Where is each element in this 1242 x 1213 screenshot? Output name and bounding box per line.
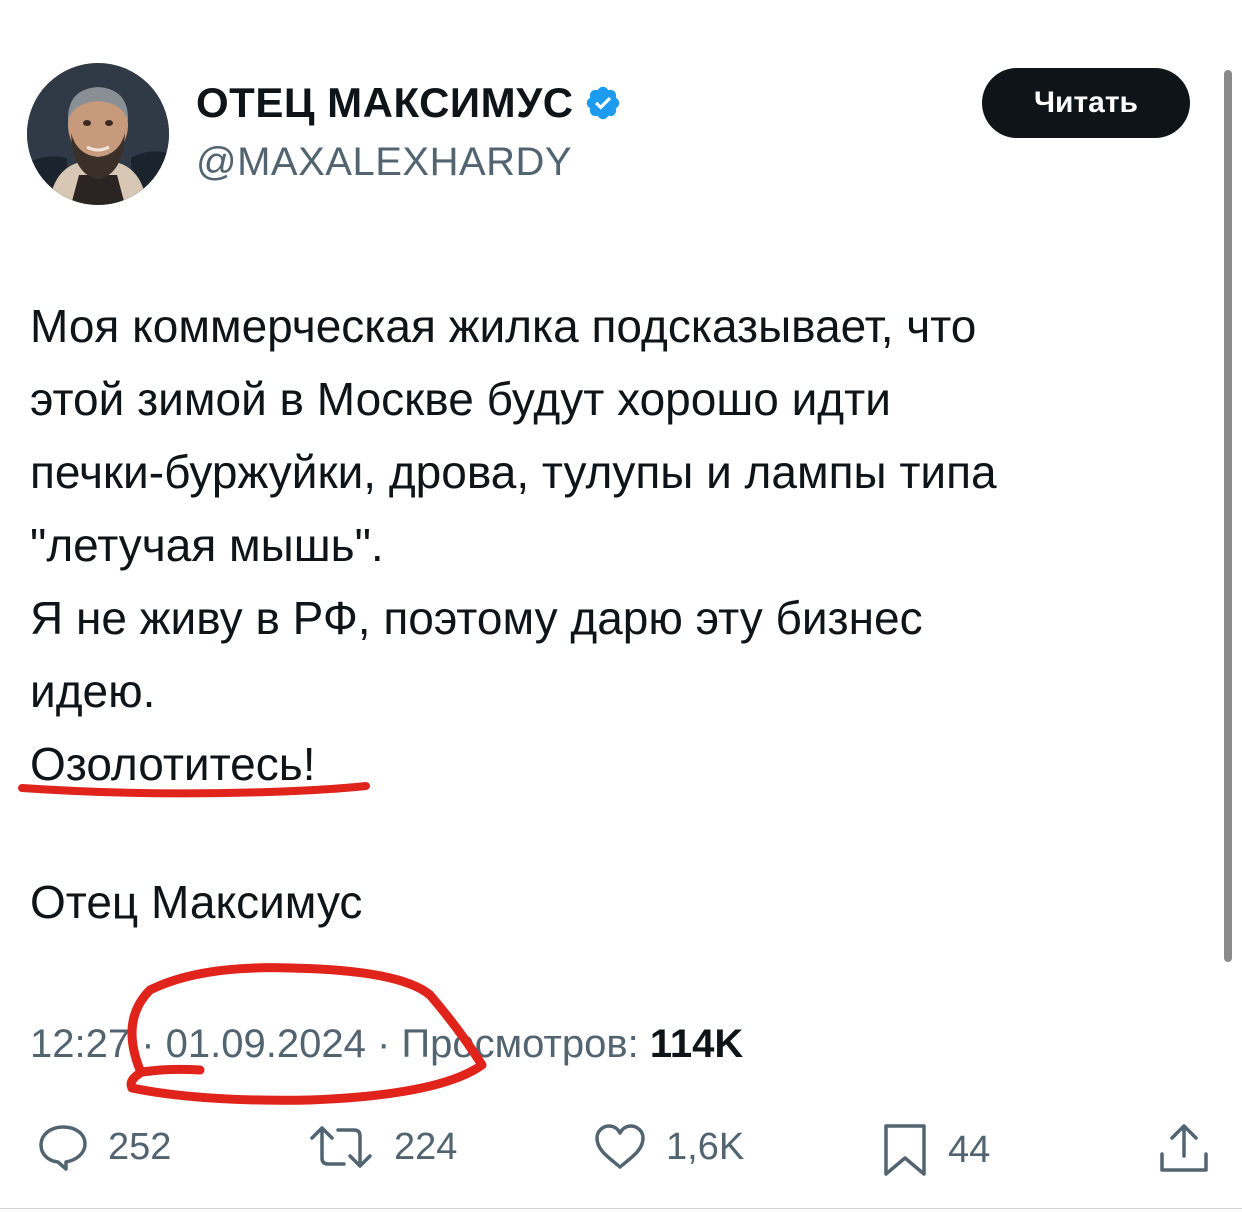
repost-action[interactable]: 224 bbox=[306, 1122, 457, 1172]
share-icon bbox=[1160, 1124, 1208, 1172]
tweet-line: идею. bbox=[30, 665, 156, 717]
bookmark-icon bbox=[884, 1124, 926, 1176]
tweet-line: печки-буржуйки, дрова, тулупы и лампы ти… bbox=[30, 446, 997, 498]
reply-count: 252 bbox=[108, 1125, 172, 1168]
author-handle[interactable]: @MAXALEXHARDY bbox=[196, 140, 572, 185]
author-avatar[interactable] bbox=[27, 63, 169, 205]
tweet-line: Я не живу в РФ, поэтому дарю эту бизнес bbox=[30, 592, 923, 644]
red-underline-annotation bbox=[18, 782, 370, 798]
tweet-text: Моя коммерческая жилка подсказывает, что… bbox=[30, 290, 1210, 801]
tweet-actions: 252 224 1,6K 44 bbox=[0, 1120, 1242, 1180]
reply-icon bbox=[39, 1125, 87, 1171]
heart-icon bbox=[595, 1124, 645, 1169]
bookmark-action[interactable]: 44 bbox=[880, 1122, 990, 1178]
follow-button[interactable]: Читать bbox=[982, 68, 1190, 138]
red-circle-annotation bbox=[126, 963, 487, 1105]
divider bbox=[0, 1208, 1242, 1209]
verified-badge-icon[interactable] bbox=[584, 84, 622, 122]
scrollbar[interactable] bbox=[1224, 70, 1232, 962]
repost-icon bbox=[310, 1126, 372, 1168]
tweet-line: Моя коммерческая жилка подсказывает, что bbox=[30, 300, 977, 352]
tweet-line: этой зимой в Москве будут хорошо идти bbox=[30, 373, 891, 425]
like-action[interactable]: 1,6K bbox=[592, 1122, 744, 1172]
tweet-line: "летучая мышь". bbox=[30, 519, 384, 571]
bookmark-count: 44 bbox=[948, 1128, 991, 1171]
avatar-portrait bbox=[27, 63, 169, 205]
like-count: 1,6K bbox=[666, 1125, 745, 1168]
tweet-signature: Отец Максимус bbox=[30, 876, 363, 928]
reply-action[interactable]: 252 bbox=[36, 1122, 171, 1172]
repost-count: 224 bbox=[394, 1125, 458, 1168]
author-name-row: ОТЕЦ МАКСИМУС bbox=[196, 78, 622, 128]
views-count: 114K bbox=[649, 1022, 744, 1066]
share-action[interactable] bbox=[1156, 1120, 1212, 1176]
author-display-name[interactable]: ОТЕЦ МАКСИМУС bbox=[196, 79, 574, 127]
